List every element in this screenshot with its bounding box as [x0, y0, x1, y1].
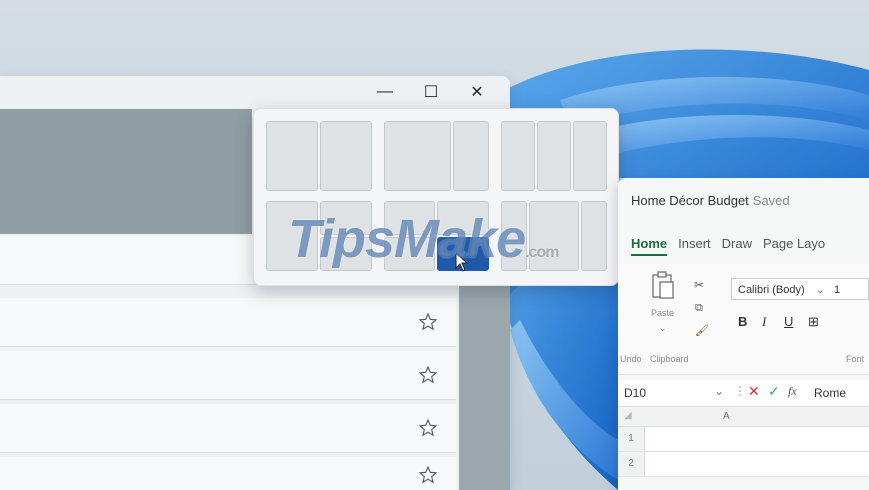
watermark-suffix: .com [525, 244, 559, 261]
underline-button[interactable]: U [784, 314, 793, 329]
excel-window: Home Décor Budget Saved Home Insert Draw Pag… [618, 178, 869, 490]
copy-icon[interactable]: ⧉ [695, 302, 703, 315]
snap-zone[interactable] [384, 121, 451, 191]
clipboard-group-label: Clipboard [650, 354, 689, 364]
minimize-button[interactable]: — [362, 76, 408, 108]
document-name: Home Décor Budget [631, 193, 749, 208]
snap-zone[interactable] [320, 121, 372, 191]
snap-zone[interactable] [453, 121, 489, 191]
font-name-select[interactable]: Calibri (Body) ⌄ 1 [731, 278, 869, 300]
maximize-button[interactable]: ☐ [408, 76, 454, 108]
watermark-brand: TipsMake [288, 209, 526, 269]
snap-zone[interactable] [581, 201, 607, 271]
tab-draw[interactable]: Draw [722, 236, 752, 251]
borders-icon[interactable]: ⊞ [808, 314, 819, 330]
cut-icon[interactable]: ✂ [694, 278, 704, 292]
more-icon: ⋮ [734, 384, 746, 398]
font-name: Calibri (Body) [738, 284, 805, 296]
chevron-down-icon[interactable]: ⌄ [714, 384, 724, 398]
function-icon[interactable]: fx [788, 384, 797, 399]
list-item[interactable] [0, 298, 456, 347]
snap-zone[interactable] [266, 121, 318, 191]
star-icon[interactable] [418, 365, 438, 385]
tab-insert[interactable]: Insert [678, 236, 711, 251]
row-header[interactable]: 1 [618, 427, 645, 451]
table-row: 1 [618, 427, 869, 452]
name-box[interactable]: D10 [624, 386, 646, 400]
snap-zone[interactable] [537, 121, 571, 191]
paste-label[interactable]: Paste [651, 308, 674, 318]
save-status: Saved [752, 193, 790, 208]
row-header[interactable]: 2 [618, 452, 645, 476]
paste-icon[interactable] [650, 270, 676, 300]
list-item[interactable] [0, 457, 456, 490]
formula-bar: D10 ⌄ ⋮ ✕ ✓ fx Rome [618, 380, 869, 407]
list-item[interactable] [0, 351, 456, 400]
watermark: TipsMake.com [288, 208, 559, 270]
table-row: 2 [618, 452, 869, 477]
formula-input[interactable]: Rome [814, 386, 846, 400]
title-bar: — ☐ ✕ [0, 76, 510, 108]
snap-zone[interactable] [501, 121, 535, 191]
format-painter-icon[interactable]: 🖌 [695, 324, 709, 337]
font-group-label: Font [846, 354, 865, 364]
star-icon[interactable] [418, 418, 438, 438]
paste-dropdown-icon[interactable]: ⌄ [659, 323, 667, 334]
list-item[interactable] [0, 404, 456, 453]
header-image-placeholder [0, 109, 252, 234]
tab-home[interactable]: Home [631, 236, 668, 256]
font-size[interactable]: 1 [834, 284, 840, 296]
snap-zone[interactable] [573, 121, 607, 191]
document-title: Home Décor Budget Saved [631, 193, 790, 208]
enter-icon[interactable]: ✓ [768, 383, 780, 400]
star-icon[interactable] [418, 312, 438, 332]
star-icon[interactable] [418, 465, 438, 485]
close-button[interactable]: ✕ [454, 76, 500, 108]
bold-button[interactable]: B [738, 314, 747, 329]
cancel-icon[interactable]: ✕ [748, 383, 760, 400]
italic-button[interactable]: I [762, 314, 766, 330]
column-headers: ◢ A [618, 408, 869, 427]
undo-group-label: Undo [620, 354, 642, 364]
column-header-a[interactable]: A [723, 411, 730, 422]
chevron-down-icon: ⌄ [815, 284, 825, 296]
select-all-icon[interactable]: ◢ [624, 410, 632, 421]
tab-page-layout[interactable]: Page Layo [763, 236, 825, 251]
ribbon-tabs: Home Insert Draw Page Layo [631, 236, 836, 256]
